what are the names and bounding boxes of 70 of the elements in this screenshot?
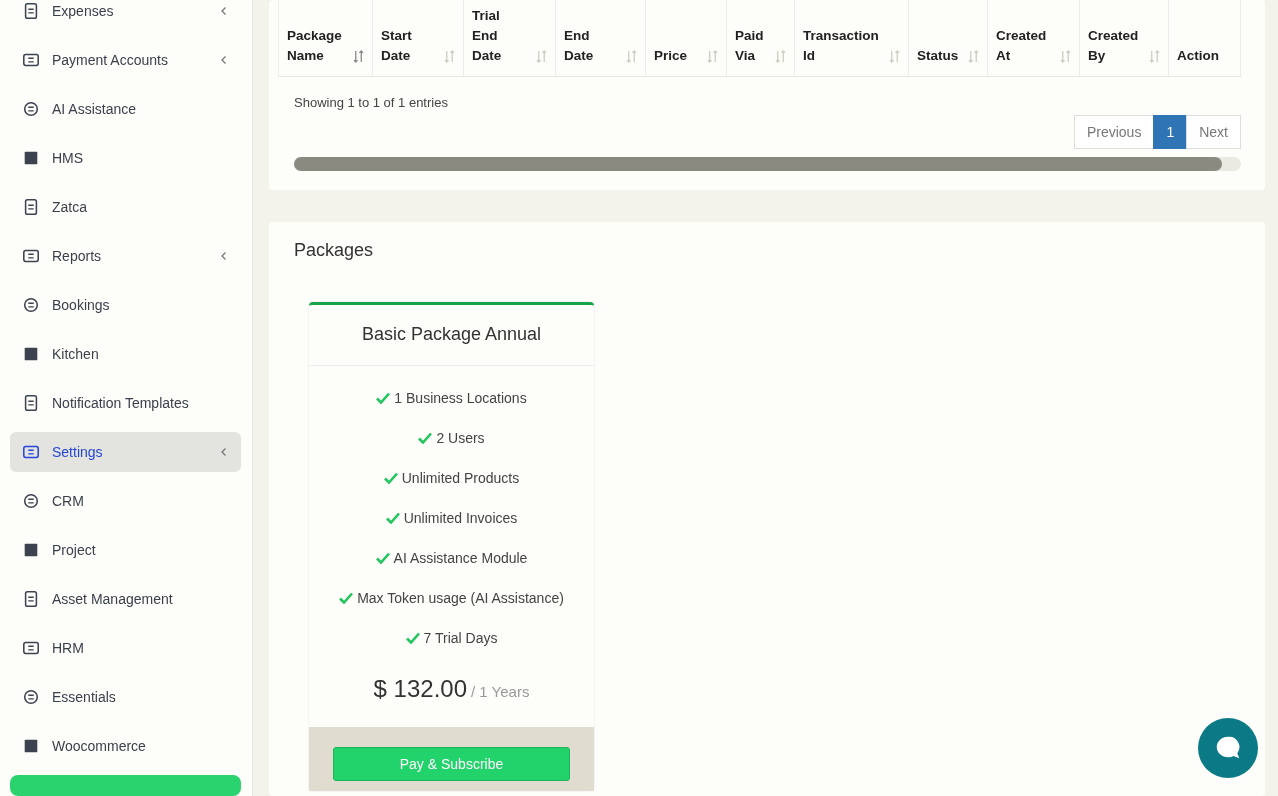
column-header[interactable]: Price [646, 0, 727, 76]
feature-text: 1 Business Locations [394, 390, 527, 406]
column-header[interactable]: Paid Via [727, 0, 795, 76]
menu-icon [22, 100, 40, 118]
horizontal-scrollbar[interactable] [294, 157, 1241, 171]
menu-icon [22, 590, 40, 608]
column-header[interactable]: Created By [1080, 0, 1169, 76]
chevron-left-icon [219, 447, 229, 457]
column-header[interactable]: Transaction Id [795, 0, 909, 76]
menu-icon [22, 247, 40, 265]
column-header[interactable]: Package Name [279, 0, 373, 76]
section-title: Packages [294, 240, 375, 261]
feature-text: Unlimited Products [401, 470, 520, 486]
page-button[interactable]: 1 [1153, 115, 1188, 149]
sidebar-item[interactable]: Reports [10, 236, 241, 276]
column-header[interactable]: Created At [988, 0, 1080, 76]
price-period: / 1 Years [471, 683, 530, 700]
sidebar-item[interactable]: Essentials [10, 677, 241, 717]
check-icon [375, 552, 390, 564]
column-header[interactable]: Start Date [373, 0, 464, 76]
sidebar-item[interactable]: Zatca [10, 187, 241, 227]
feature-text: Max Token usage (AI Assistance) [357, 590, 564, 606]
feature-text: AI Assistance Module [393, 550, 528, 566]
column-header[interactable]: Trial End Date [464, 0, 556, 76]
chevron-left-icon [219, 55, 229, 65]
chevron-left-icon [219, 6, 229, 16]
feature-text: 2 Users [436, 430, 485, 446]
menu-icon [22, 345, 40, 363]
menu-icon [22, 198, 40, 216]
feature-text: 7 Trial Days [423, 630, 498, 646]
menu-icon [22, 492, 40, 510]
entries-info: Showing 1 to 1 of 1 entries [294, 95, 449, 110]
column-header[interactable]: Action [1169, 0, 1241, 76]
sidebar-item[interactable]: Expenses [10, 0, 241, 31]
check-icon [383, 472, 398, 484]
sidebar-item[interactable]: Project [10, 530, 241, 570]
sidebar-item[interactable]: Asset Management [10, 579, 241, 619]
menu-icon [22, 688, 40, 706]
price: $ 132.00 [373, 675, 467, 702]
menu-icon [22, 443, 40, 461]
sidebar-item[interactable]: CRM [10, 481, 241, 521]
sidebar-item[interactable]: Bookings [10, 285, 241, 325]
menu-icon [22, 296, 40, 314]
check-icon [376, 392, 391, 404]
check-icon [385, 512, 400, 524]
sidebar-item[interactable]: Woocommerce [10, 726, 241, 766]
page-button[interactable]: Next [1186, 115, 1241, 149]
check-icon [418, 432, 433, 444]
sidebar-item[interactable]: Payment Accounts [10, 40, 241, 80]
column-header[interactable]: End Date [556, 0, 646, 76]
menu-icon [22, 639, 40, 657]
sidebar-item[interactable]: Notification Templates [10, 383, 241, 423]
menu-icon [22, 51, 40, 69]
column-header[interactable]: Status [909, 0, 988, 76]
menu-icon [22, 394, 40, 412]
chevron-left-icon [219, 251, 229, 261]
page-button[interactable]: Previous [1073, 115, 1155, 149]
sidebar-item[interactable]: AI Assistance [10, 89, 241, 129]
menu-icon [22, 2, 40, 20]
package-name: Basic Package Annual [309, 305, 594, 366]
check-icon [339, 592, 354, 604]
feature-text: Unlimited Invoices [403, 510, 518, 526]
menu-icon [22, 541, 40, 559]
check-icon [405, 632, 420, 644]
menu-icon [22, 737, 40, 755]
sidebar-item[interactable]: Settings [10, 432, 241, 472]
sidebar-item[interactable]: Kitchen [10, 334, 241, 374]
sidebar-item[interactable]: HRM [10, 628, 241, 668]
menu-icon [22, 149, 40, 167]
sidebar-item[interactable]: HMS [10, 138, 241, 178]
